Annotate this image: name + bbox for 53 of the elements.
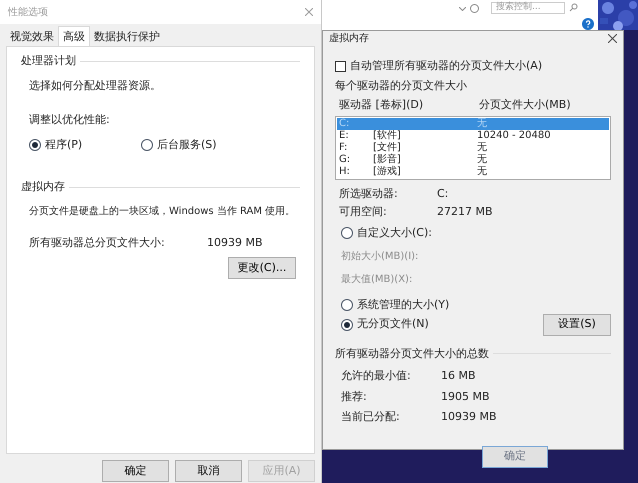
drive-row[interactable]: E: [软件] 10240 - 20480 <box>337 130 609 142</box>
column-header: 驱动器 [卷标](D) <box>339 97 424 113</box>
checkbox-label: 自动管理所有驱动器的分页文件大小(A) <box>350 58 542 74</box>
radio-label: 无分页文件(N) <box>357 316 429 332</box>
dialog-button[interactable]: 设置(S) <box>543 314 611 336</box>
radio-label: 后台服务(S) <box>157 136 217 152</box>
group-heading: 虚拟内存 <box>21 179 65 195</box>
group-heading: 处理器计划 <box>21 53 76 69</box>
dialog-button[interactable]: 更改(C)... <box>228 257 296 279</box>
help-icon[interactable] <box>582 18 594 30</box>
checkbox[interactable] <box>335 60 346 72</box>
window-title: 性能选项 <box>8 6 48 20</box>
info-label: 可用空间: <box>339 204 388 220</box>
total-label: 允许的最小值: <box>341 368 412 384</box>
dialog-button[interactable]: 确定 <box>482 446 548 468</box>
dialog-button[interactable]: 确定 <box>102 460 169 482</box>
window-title: 虚拟内存 <box>329 32 369 46</box>
drive-row[interactable]: H: [游戏] 无 <box>337 166 609 178</box>
total-value: 10939 MB <box>207 234 263 250</box>
drive-row[interactable]: F: [文件] 无 <box>337 142 609 154</box>
info-label: 所选驱动器: <box>339 186 399 202</box>
total-value: 16 MB <box>441 368 476 384</box>
search-icon[interactable] <box>569 3 578 12</box>
radio-button[interactable] <box>341 299 353 312</box>
radio-button[interactable] <box>29 138 41 151</box>
drive-row[interactable]: G: [影音] 无 <box>337 154 609 166</box>
adjust-label: 调整以优化性能: <box>29 112 111 128</box>
tab[interactable]: 数据执行保护 <box>90 29 164 46</box>
group-label: 每个驱动器的分页文件大小 <box>335 78 468 94</box>
radio-button[interactable] <box>341 226 353 239</box>
total-label: 所有驱动器总分页文件大小: <box>29 234 166 250</box>
tab[interactable]: 视觉效果 <box>6 29 58 46</box>
radio-button[interactable] <box>141 138 153 151</box>
group-heading: 所有驱动器分页文件大小的总数 <box>335 346 489 362</box>
chevron-down-icon[interactable] <box>459 7 466 11</box>
info-value: 27217 MB <box>437 204 493 220</box>
total-label: 推荐: <box>341 388 368 404</box>
field-label: 初始大小(MB)(I): <box>340 250 420 264</box>
tab[interactable]: 高级 <box>58 26 90 46</box>
info-value: C: <box>437 186 448 202</box>
description-text: 分页文件是硬盘上的一块区域，Windows 当作 RAM 使用。 <box>29 204 296 218</box>
description-text: 选择如何分配处理器资源。 <box>29 78 162 94</box>
radio-label: 系统管理的大小(Y) <box>357 297 450 313</box>
dialog-button[interactable]: 取消 <box>175 460 242 482</box>
column-header: 分页文件大小(MB) <box>479 97 571 113</box>
radio-button[interactable] <box>341 318 353 330</box>
radio-label: 程序(P) <box>45 136 82 152</box>
close-icon[interactable] <box>608 34 617 43</box>
total-value: 10939 MB <box>441 409 497 425</box>
total-value: 1905 MB <box>441 388 490 404</box>
total-label: 当前已分配: <box>341 409 401 425</box>
radio-label: 自定义大小(C): <box>357 224 432 240</box>
field-label: 最大值(MB)(X): <box>340 272 414 287</box>
